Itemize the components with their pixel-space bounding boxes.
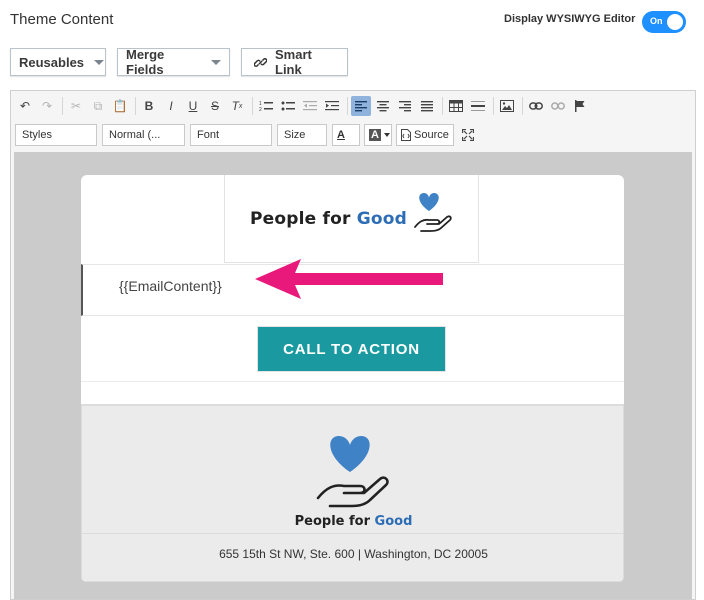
chevron-down-icon — [211, 59, 221, 65]
cut-icon[interactable]: ✂ — [66, 96, 86, 116]
toolbar-row-1: ↶ ↷ ✂ ⧉ 📋 B I U S Tx 12 — [15, 96, 592, 116]
indent-icon[interactable] — [322, 96, 342, 116]
reusables-button[interactable]: Reusables — [10, 48, 106, 76]
footer-divider — [82, 533, 624, 534]
toggle-knob — [667, 14, 683, 30]
source-icon — [401, 129, 411, 141]
justify-icon[interactable] — [417, 96, 437, 116]
toolbar-separator — [62, 97, 63, 115]
email-footer[interactable]: People for Good 655 15th St NW, Ste. 600… — [81, 405, 624, 582]
font-label: Font — [197, 129, 220, 141]
smart-link-button[interactable]: Smart Link — [241, 47, 348, 77]
chevron-down-icon — [383, 133, 390, 137]
bg-color-icon: A — [369, 129, 381, 141]
brand-text: People for Good — [250, 208, 407, 229]
annotation-arrow — [251, 257, 446, 306]
text-color-button[interactable]: A — [188, 124, 360, 210]
text-color-icon: A — [337, 129, 345, 141]
bold-icon[interactable]: B — [139, 96, 159, 116]
italic-icon[interactable]: I — [161, 96, 181, 116]
wysiwyg-label: Display WYSIWYG Editor — [504, 13, 636, 25]
svg-text:2: 2 — [259, 107, 262, 112]
footer-address: 655 15th St NW, Ste. 600 | Washington, D… — [219, 547, 488, 561]
format-label: Normal (... — [109, 129, 161, 141]
image-icon[interactable] — [497, 96, 517, 116]
source-label: Source — [414, 129, 449, 141]
bg-color-button[interactable]: A — [364, 124, 392, 146]
wysiwyg-editor: ↶ ↷ ✂ ⧉ 📋 B I U S Tx 12 Styles Normal (.… — [10, 90, 696, 600]
table-icon[interactable] — [446, 96, 466, 116]
font-dropdown[interactable]: Font — [185, 124, 272, 210]
wysiwyg-toggle[interactable]: On — [642, 11, 686, 33]
copy-icon[interactable]: ⧉ — [88, 96, 108, 116]
toolbar-row-2: Styles Normal (... Font Size A A Source — [15, 124, 480, 210]
link-icon — [254, 56, 267, 69]
unlink-icon[interactable] — [548, 96, 568, 116]
heart-hand-icon — [314, 436, 394, 512]
email-content-placeholder: {{EmailContent}} — [119, 278, 222, 294]
page-title: Theme Content — [10, 11, 114, 28]
footer-logo — [82, 430, 624, 513]
align-left-icon[interactable] — [351, 96, 371, 116]
cta-button[interactable]: CALL TO ACTION — [257, 326, 446, 372]
heart-hand-icon — [413, 189, 453, 233]
redo-icon[interactable]: ↷ — [37, 96, 57, 116]
size-dropdown[interactable]: Size — [185, 124, 327, 210]
underline-icon[interactable]: U — [183, 96, 203, 116]
reusables-label: Reusables — [19, 54, 85, 70]
merge-fields-label: Merge Fields — [126, 47, 165, 77]
remove-format-icon[interactable]: Tx — [227, 96, 247, 116]
align-right-icon[interactable] — [395, 96, 415, 116]
brand-logo: People for Good — [250, 192, 453, 233]
toolbar-separator — [135, 97, 136, 115]
toolbar-separator — [347, 97, 348, 115]
align-center-icon[interactable] — [373, 96, 393, 116]
header-logo-cell[interactable]: People for Good — [224, 175, 479, 263]
paste-icon[interactable]: 📋 — [110, 96, 130, 116]
email-template: People for Good {{EmailContent}} CALL TO… — [81, 175, 624, 582]
spacer-row — [81, 381, 624, 405]
cta-row: CALL TO ACTION — [81, 316, 624, 381]
toolbar-separator — [252, 97, 253, 115]
styles-dropdown[interactable]: Styles — [15, 124, 191, 210]
strikethrough-icon[interactable]: S — [205, 96, 225, 116]
bullet-list-icon[interactable] — [278, 96, 298, 116]
smart-link-label: Smart Link — [275, 47, 312, 77]
format-dropdown[interactable]: Normal (... — [102, 124, 191, 210]
numbered-list-icon[interactable]: 12 — [256, 96, 276, 116]
undo-icon[interactable]: ↶ — [15, 96, 35, 116]
chevron-down-icon — [94, 59, 105, 65]
toolbar-separator — [493, 97, 494, 115]
flag-icon[interactable] — [570, 96, 590, 116]
toolbar-separator — [522, 97, 523, 115]
merge-fields-button[interactable]: Merge Fields — [117, 47, 230, 77]
link-icon[interactable] — [526, 96, 546, 116]
outdent-icon[interactable] — [300, 96, 320, 116]
toggle-label: On — [650, 16, 663, 26]
source-button[interactable]: Source — [396, 124, 454, 146]
maximize-icon[interactable] — [458, 125, 478, 145]
size-label: Size — [284, 129, 306, 141]
horizontal-rule-icon[interactable] — [468, 96, 488, 116]
footer-brand-text: People for Good — [294, 514, 413, 529]
styles-label: Styles — [22, 129, 52, 141]
editor-canvas[interactable]: People for Good {{EmailContent}} CALL TO… — [14, 152, 692, 599]
toolbar-separator — [442, 97, 443, 115]
